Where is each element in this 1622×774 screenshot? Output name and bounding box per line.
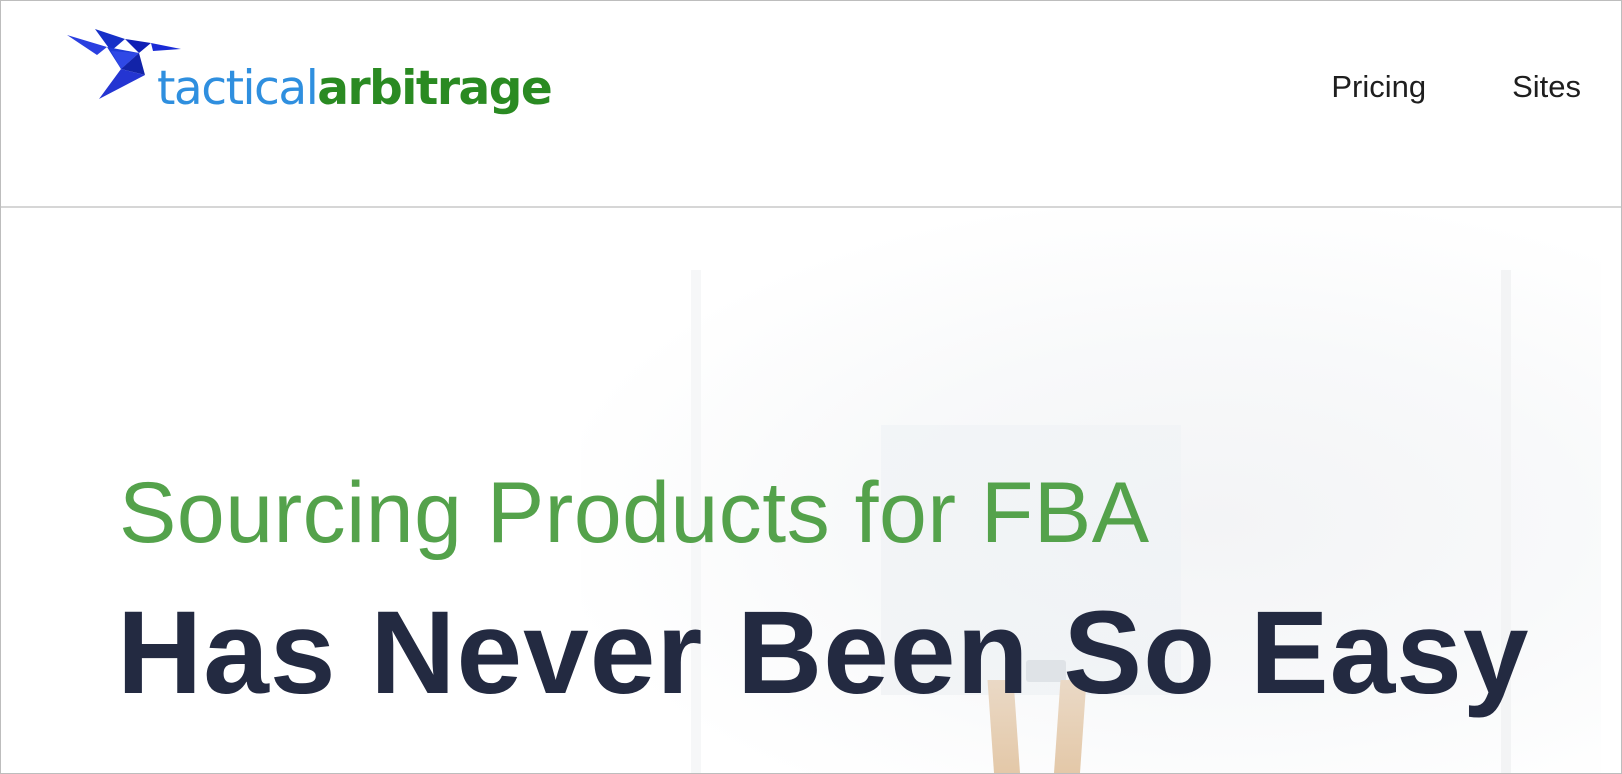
logo-text-tactical: tactical <box>157 61 319 116</box>
site-header: tacticalarbitrage Pricing Sites <box>1 1 1621 208</box>
hero-subtitle: Sourcing Products for FBA <box>119 465 1150 561</box>
browser-viewport: tacticalarbitrage Pricing Sites Sourcing… <box>0 0 1622 774</box>
nav-link-pricing[interactable]: Pricing <box>1331 69 1426 105</box>
logo-wordmark: tacticalarbitrage <box>157 65 553 112</box>
hero-section: Sourcing Products for FBA Has Never Been… <box>1 210 1621 773</box>
main-nav: Pricing Sites <box>1331 69 1581 105</box>
nav-link-sites[interactable]: Sites <box>1512 69 1581 105</box>
logo-link[interactable]: tacticalarbitrage <box>67 25 553 125</box>
logo-text-arbitrage: arbitrage <box>317 61 553 116</box>
hero-title: Has Never Been So Easy <box>117 587 1530 719</box>
